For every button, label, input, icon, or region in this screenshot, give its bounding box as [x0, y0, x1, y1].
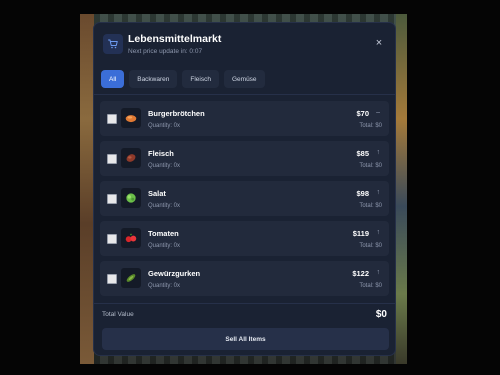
tab-backwaren[interactable]: Backwaren [129, 70, 178, 88]
price-trend-indicator: ↑ [376, 269, 381, 276]
list-item-fleisch[interactable]: Fleisch Quantity: 0x $85 ↑ Total: $0 [100, 141, 389, 176]
lettuce-icon [121, 188, 141, 208]
cart-icon [103, 34, 123, 54]
tab-gemuese[interactable]: Gemüse [223, 70, 265, 88]
list-item-salat[interactable]: Salat Quantity: 0x $98 ↑ Total: $0 [100, 181, 389, 216]
item-name: Gewürzgurken [148, 269, 201, 278]
divider [94, 303, 395, 304]
shop-header: Lebensmittelmarkt Next price update in: … [94, 23, 395, 67]
item-price: $85 [356, 149, 369, 158]
item-quantity: Quantity: 0x [148, 123, 181, 129]
item-total: Total: $0 [359, 163, 382, 169]
item-name: Tomaten [148, 229, 179, 238]
item-quantity: Quantity: 0x [148, 283, 181, 289]
item-name: Burgerbrötchen [148, 109, 205, 118]
meat-icon [121, 148, 141, 168]
item-checkbox[interactable] [107, 194, 117, 204]
total-value-label: Total Value [102, 311, 134, 318]
item-checkbox[interactable] [107, 114, 117, 124]
price-trend-indicator: ↑ [376, 189, 381, 196]
tomato-icon [121, 228, 141, 248]
total-value: $0 [375, 309, 387, 320]
item-price: $122 [352, 269, 369, 278]
store-shelf-left [80, 14, 94, 364]
item-total: Total: $0 [359, 243, 382, 249]
item-checkbox[interactable] [107, 274, 117, 284]
close-icon[interactable]: × [373, 37, 385, 49]
shop-panel: Lebensmittelmarkt Next price update in: … [93, 22, 396, 356]
pickles-icon [121, 268, 141, 288]
item-quantity: Quantity: 0x [148, 243, 181, 249]
item-list: Burgerbrötchen Quantity: 0x $70 – Total:… [100, 101, 389, 301]
item-price: $98 [356, 189, 369, 198]
item-total: Total: $0 [359, 203, 382, 209]
price-trend-indicator: – [376, 109, 380, 116]
item-price: $119 [352, 229, 369, 238]
list-item-tomaten[interactable]: Tomaten Quantity: 0x $119 ↑ Total: $0 [100, 221, 389, 256]
bread-icon [121, 108, 141, 128]
category-tabs: All Backwaren Fleisch Gemüse [101, 70, 265, 88]
item-name: Fleisch [148, 149, 174, 158]
item-total: Total: $0 [359, 283, 382, 289]
divider [94, 94, 395, 95]
item-name: Salat [148, 189, 166, 198]
item-checkbox[interactable] [107, 154, 117, 164]
store-shelf-right [396, 14, 407, 364]
item-quantity: Quantity: 0x [148, 163, 181, 169]
list-item-gewuerzgurken[interactable]: Gewürzgurken Quantity: 0x $122 ↑ Total: … [100, 261, 389, 296]
price-update-timer: Next price update in: 0:07 [128, 48, 203, 55]
tab-all[interactable]: All [101, 70, 125, 88]
item-total: Total: $0 [359, 123, 382, 129]
sell-all-button[interactable]: Sell All Items [102, 328, 389, 350]
price-trend-indicator: ↑ [376, 149, 381, 156]
item-price: $70 [356, 109, 369, 118]
item-checkbox[interactable] [107, 234, 117, 244]
list-item-burgerbroetchen[interactable]: Burgerbrötchen Quantity: 0x $70 – Total:… [100, 101, 389, 136]
tab-fleisch[interactable]: Fleisch [182, 70, 219, 88]
item-quantity: Quantity: 0x [148, 203, 181, 209]
shop-title: Lebensmittelmarkt [128, 33, 222, 45]
price-trend-indicator: ↑ [376, 229, 381, 236]
